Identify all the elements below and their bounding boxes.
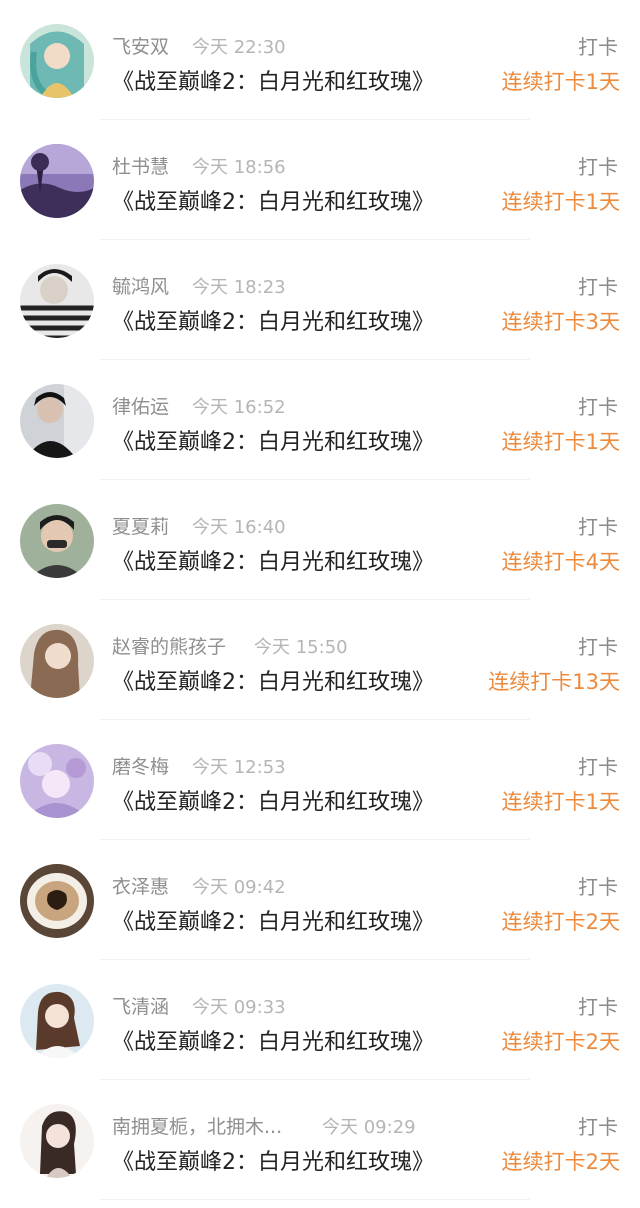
checkin-item[interactable]: 毓鸿风 今天 18:23 打卡 《战至巅峰2：白月光和红玫瑰》 连续打卡3天	[0, 240, 640, 360]
checkin-type: 打卡	[578, 755, 618, 779]
checkin-item[interactable]: 飞清涵 今天 09:33 打卡 《战至巅峰2：白月光和红玫瑰》 连续打卡2天	[0, 960, 640, 1080]
checkin-item[interactable]: 律佑运 今天 16:52 打卡 《战至巅峰2：白月光和红玫瑰》 连续打卡1天	[0, 360, 640, 480]
user-name[interactable]: 衣泽惠	[112, 872, 169, 899]
avatar[interactable]	[20, 624, 94, 698]
avatar[interactable]	[20, 504, 94, 578]
book-title[interactable]: 《战至巅峰2：白月光和红玫瑰》	[112, 64, 434, 96]
checkin-item[interactable]: 磨冬梅 今天 12:53 打卡 《战至巅峰2：白月光和红玫瑰》 连续打卡1天	[0, 720, 640, 840]
avatar[interactable]	[20, 1104, 94, 1178]
streak-count: 连续打卡3天	[501, 310, 620, 334]
checkin-type: 打卡	[578, 1115, 618, 1139]
streak-count: 连续打卡4天	[501, 550, 620, 574]
avatar[interactable]	[20, 384, 94, 458]
avatar[interactable]	[20, 864, 94, 938]
checkin-type: 打卡	[578, 275, 618, 299]
timestamp: 今天 18:23	[192, 277, 286, 298]
user-name[interactable]: 毓鸿风	[112, 272, 169, 299]
streak-count: 连续打卡1天	[501, 70, 620, 94]
checkin-type: 打卡	[578, 155, 618, 179]
checkin-type: 打卡	[578, 875, 618, 899]
user-name[interactable]: 飞清涵	[112, 992, 169, 1019]
divider	[100, 1199, 530, 1200]
streak-count: 连续打卡2天	[501, 910, 620, 934]
streak-count: 连续打卡2天	[501, 1150, 620, 1174]
streak-count: 连续打卡1天	[501, 430, 620, 454]
checkin-type: 打卡	[578, 995, 618, 1019]
streak-count: 连续打卡1天	[501, 790, 620, 814]
avatar[interactable]	[20, 264, 94, 338]
book-title[interactable]: 《战至巅峰2：白月光和红玫瑰》	[112, 184, 434, 216]
checkin-type: 打卡	[578, 635, 618, 659]
timestamp: 今天 09:29	[322, 1117, 416, 1138]
book-title[interactable]: 《战至巅峰2：白月光和红玫瑰》	[112, 664, 434, 696]
streak-count: 连续打卡2天	[501, 1030, 620, 1054]
checkin-item[interactable]: 南拥夏栀，北拥木... 今天 09:29 打卡 《战至巅峰2：白月光和红玫瑰》 …	[0, 1080, 640, 1200]
book-title[interactable]: 《战至巅峰2：白月光和红玫瑰》	[112, 904, 434, 936]
checkin-item[interactable]: 衣泽惠 今天 09:42 打卡 《战至巅峰2：白月光和红玫瑰》 连续打卡2天	[0, 840, 640, 960]
user-name[interactable]: 夏夏莉	[112, 512, 169, 539]
checkin-item[interactable]: 夏夏莉 今天 16:40 打卡 《战至巅峰2：白月光和红玫瑰》 连续打卡4天	[0, 480, 640, 600]
checkin-type: 打卡	[578, 515, 618, 539]
checkin-list: 飞安双 今天 22:30 打卡 《战至巅峰2：白月光和红玫瑰》 连续打卡1天 杜…	[0, 0, 640, 1208]
timestamp: 今天 22:30	[192, 37, 286, 58]
checkin-item[interactable]: 飞安双 今天 22:30 打卡 《战至巅峰2：白月光和红玫瑰》 连续打卡1天	[0, 0, 640, 120]
user-name[interactable]: 律佑运	[112, 392, 169, 419]
book-title[interactable]: 《战至巅峰2：白月光和红玫瑰》	[112, 1024, 434, 1056]
book-title[interactable]: 《战至巅峰2：白月光和红玫瑰》	[112, 304, 434, 336]
avatar[interactable]	[20, 744, 94, 818]
checkin-type: 打卡	[578, 395, 618, 419]
avatar[interactable]	[20, 144, 94, 218]
book-title[interactable]: 《战至巅峰2：白月光和红玫瑰》	[112, 1144, 434, 1176]
user-name[interactable]: 杜书慧	[112, 152, 169, 179]
book-title[interactable]: 《战至巅峰2：白月光和红玫瑰》	[112, 544, 434, 576]
timestamp: 今天 18:56	[192, 157, 286, 178]
user-name[interactable]: 飞安双	[112, 32, 169, 59]
timestamp: 今天 16:40	[192, 517, 286, 538]
timestamp: 今天 12:53	[192, 757, 286, 778]
checkin-type: 打卡	[578, 35, 618, 59]
checkin-item[interactable]: 赵睿的熊孩子 今天 15:50 打卡 《战至巅峰2：白月光和红玫瑰》 连续打卡1…	[0, 600, 640, 720]
streak-count: 连续打卡13天	[488, 670, 620, 694]
checkin-item[interactable]: 杜书慧 今天 18:56 打卡 《战至巅峰2：白月光和红玫瑰》 连续打卡1天	[0, 120, 640, 240]
avatar[interactable]	[20, 24, 94, 98]
streak-count: 连续打卡1天	[501, 190, 620, 214]
user-name[interactable]: 赵睿的熊孩子	[112, 632, 226, 659]
timestamp: 今天 16:52	[192, 397, 286, 418]
avatar[interactable]	[20, 984, 94, 1058]
book-title[interactable]: 《战至巅峰2：白月光和红玫瑰》	[112, 424, 434, 456]
user-name[interactable]: 南拥夏栀，北拥木...	[112, 1112, 282, 1139]
timestamp: 今天 15:50	[254, 637, 348, 658]
timestamp: 今天 09:42	[192, 877, 286, 898]
book-title[interactable]: 《战至巅峰2：白月光和红玫瑰》	[112, 784, 434, 816]
timestamp: 今天 09:33	[192, 997, 286, 1018]
user-name[interactable]: 磨冬梅	[112, 752, 169, 779]
